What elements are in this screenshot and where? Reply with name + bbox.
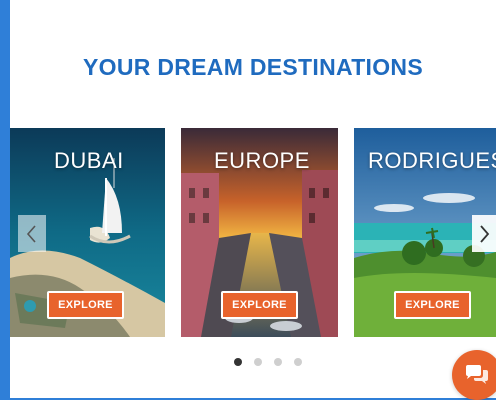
pagination-dot[interactable]	[274, 358, 282, 366]
slide-europe[interactable]: EUROPE EXPLORE	[181, 128, 338, 337]
section-heading: YOUR DREAM DESTINATIONS	[83, 54, 423, 80]
slide-title: RODRIGUES	[368, 148, 496, 173]
explore-button[interactable]: EXPLORE	[394, 291, 471, 319]
chat-bubbles-icon	[466, 365, 488, 384]
destinations-section: YOUR DREAM DESTINATIONS DUBAI EXPLORE EU…	[10, 0, 496, 398]
carousel-prev-button[interactable]	[18, 215, 46, 252]
pagination-dot[interactable]	[254, 358, 262, 366]
chat-button[interactable]	[452, 350, 496, 400]
slide-title: DUBAI	[54, 148, 124, 173]
destinations-carousel: DUBAI EXPLORE EUROPE EXPLORE RODRIGUES E…	[10, 128, 496, 338]
chevron-left-icon	[26, 224, 36, 243]
pagination-dot[interactable]	[294, 358, 302, 366]
explore-button[interactable]: EXPLORE	[47, 291, 124, 319]
explore-button[interactable]: EXPLORE	[221, 291, 298, 319]
pagination-dot[interactable]	[234, 358, 242, 366]
carousel-next-button[interactable]	[472, 215, 496, 252]
carousel-pagination	[234, 358, 302, 368]
chevron-right-icon	[480, 224, 490, 243]
slide-title: EUROPE	[214, 148, 310, 173]
